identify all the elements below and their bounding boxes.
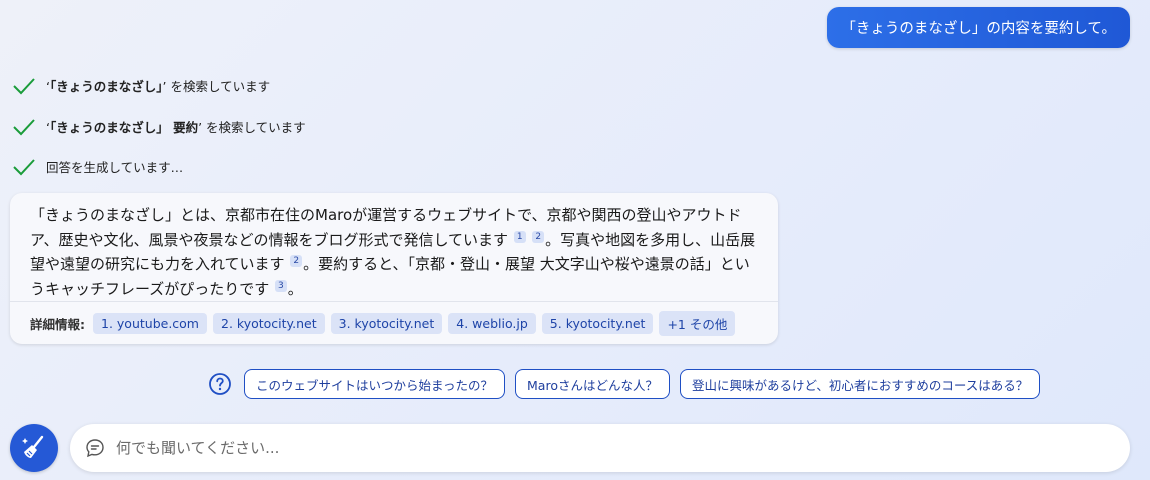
status-text: ‘「きょうのまなざし」 要約’ を検索しています (46, 120, 306, 135)
status-search-1: ‘「きょうのまなざし」’ を検索しています (12, 76, 270, 95)
check-icon (13, 158, 35, 175)
source-link[interactable]: 4. weblio.jp (448, 312, 536, 334)
user-message-bubble: 「きょうのまなざし」の内容を要約して。 (827, 7, 1130, 48)
status-generating: 回答を生成しています… (12, 157, 183, 176)
suggestion-button[interactable]: Maroさんはどんな人？ (515, 369, 670, 399)
suggestion-button[interactable]: 登山に興味があるけど、初心者におすすめのコースはある？ (679, 369, 1041, 399)
question-circle-icon[interactable] (208, 372, 232, 396)
user-message-text: 「きょうのまなざし」の内容を要約して。 (841, 21, 1116, 37)
suggested-prompts: このウェブサイトはいつから始まったの？ Maroさんはどんな人？ 登山に興味があ… (208, 369, 1041, 399)
chat-input-field[interactable] (116, 439, 1016, 457)
source-link[interactable]: 1. youtube.com (93, 312, 207, 334)
source-link[interactable]: 3. kyotocity.net (330, 312, 443, 334)
status-text: 回答を生成しています… (46, 160, 184, 175)
check-icon (13, 77, 35, 94)
citation-marker[interactable]: 1 (513, 230, 526, 243)
details-label: 詳細情報: (30, 316, 85, 332)
source-link[interactable]: 2. kyotocity.net (213, 312, 325, 334)
more-sources-button[interactable]: +1 その他 (659, 310, 736, 336)
status-text: ‘「きょうのまなざし」’ を検索しています (46, 79, 271, 94)
new-topic-button[interactable] (10, 424, 58, 472)
sources-footer: 詳細情報: 1. youtube.com 2. kyotocity.net 3.… (10, 301, 778, 344)
suggestion-button[interactable]: このウェブサイトはいつから始まったの？ (244, 369, 506, 399)
chat-input-box[interactable] (70, 424, 1130, 472)
answer-text: 「きょうのまなざし」とは、京都市在住のMaroが運営するウェブサイトで、京都や関… (30, 206, 756, 298)
answer-card: 「きょうのまなざし」とは、京都市在住のMaroが運営するウェブサイトで、京都や関… (10, 193, 778, 344)
check-icon (13, 118, 35, 135)
chat-bubble-icon (86, 439, 104, 458)
status-search-2: ‘「きょうのまなざし」 要約’ を検索しています (12, 117, 306, 136)
citation-marker[interactable]: 2 (532, 230, 545, 243)
citation-marker[interactable]: 3 (275, 279, 287, 292)
broom-icon (22, 435, 44, 458)
source-link[interactable]: 5. kyotocity.net (541, 312, 654, 334)
citation-marker[interactable]: 2 (290, 255, 303, 267)
